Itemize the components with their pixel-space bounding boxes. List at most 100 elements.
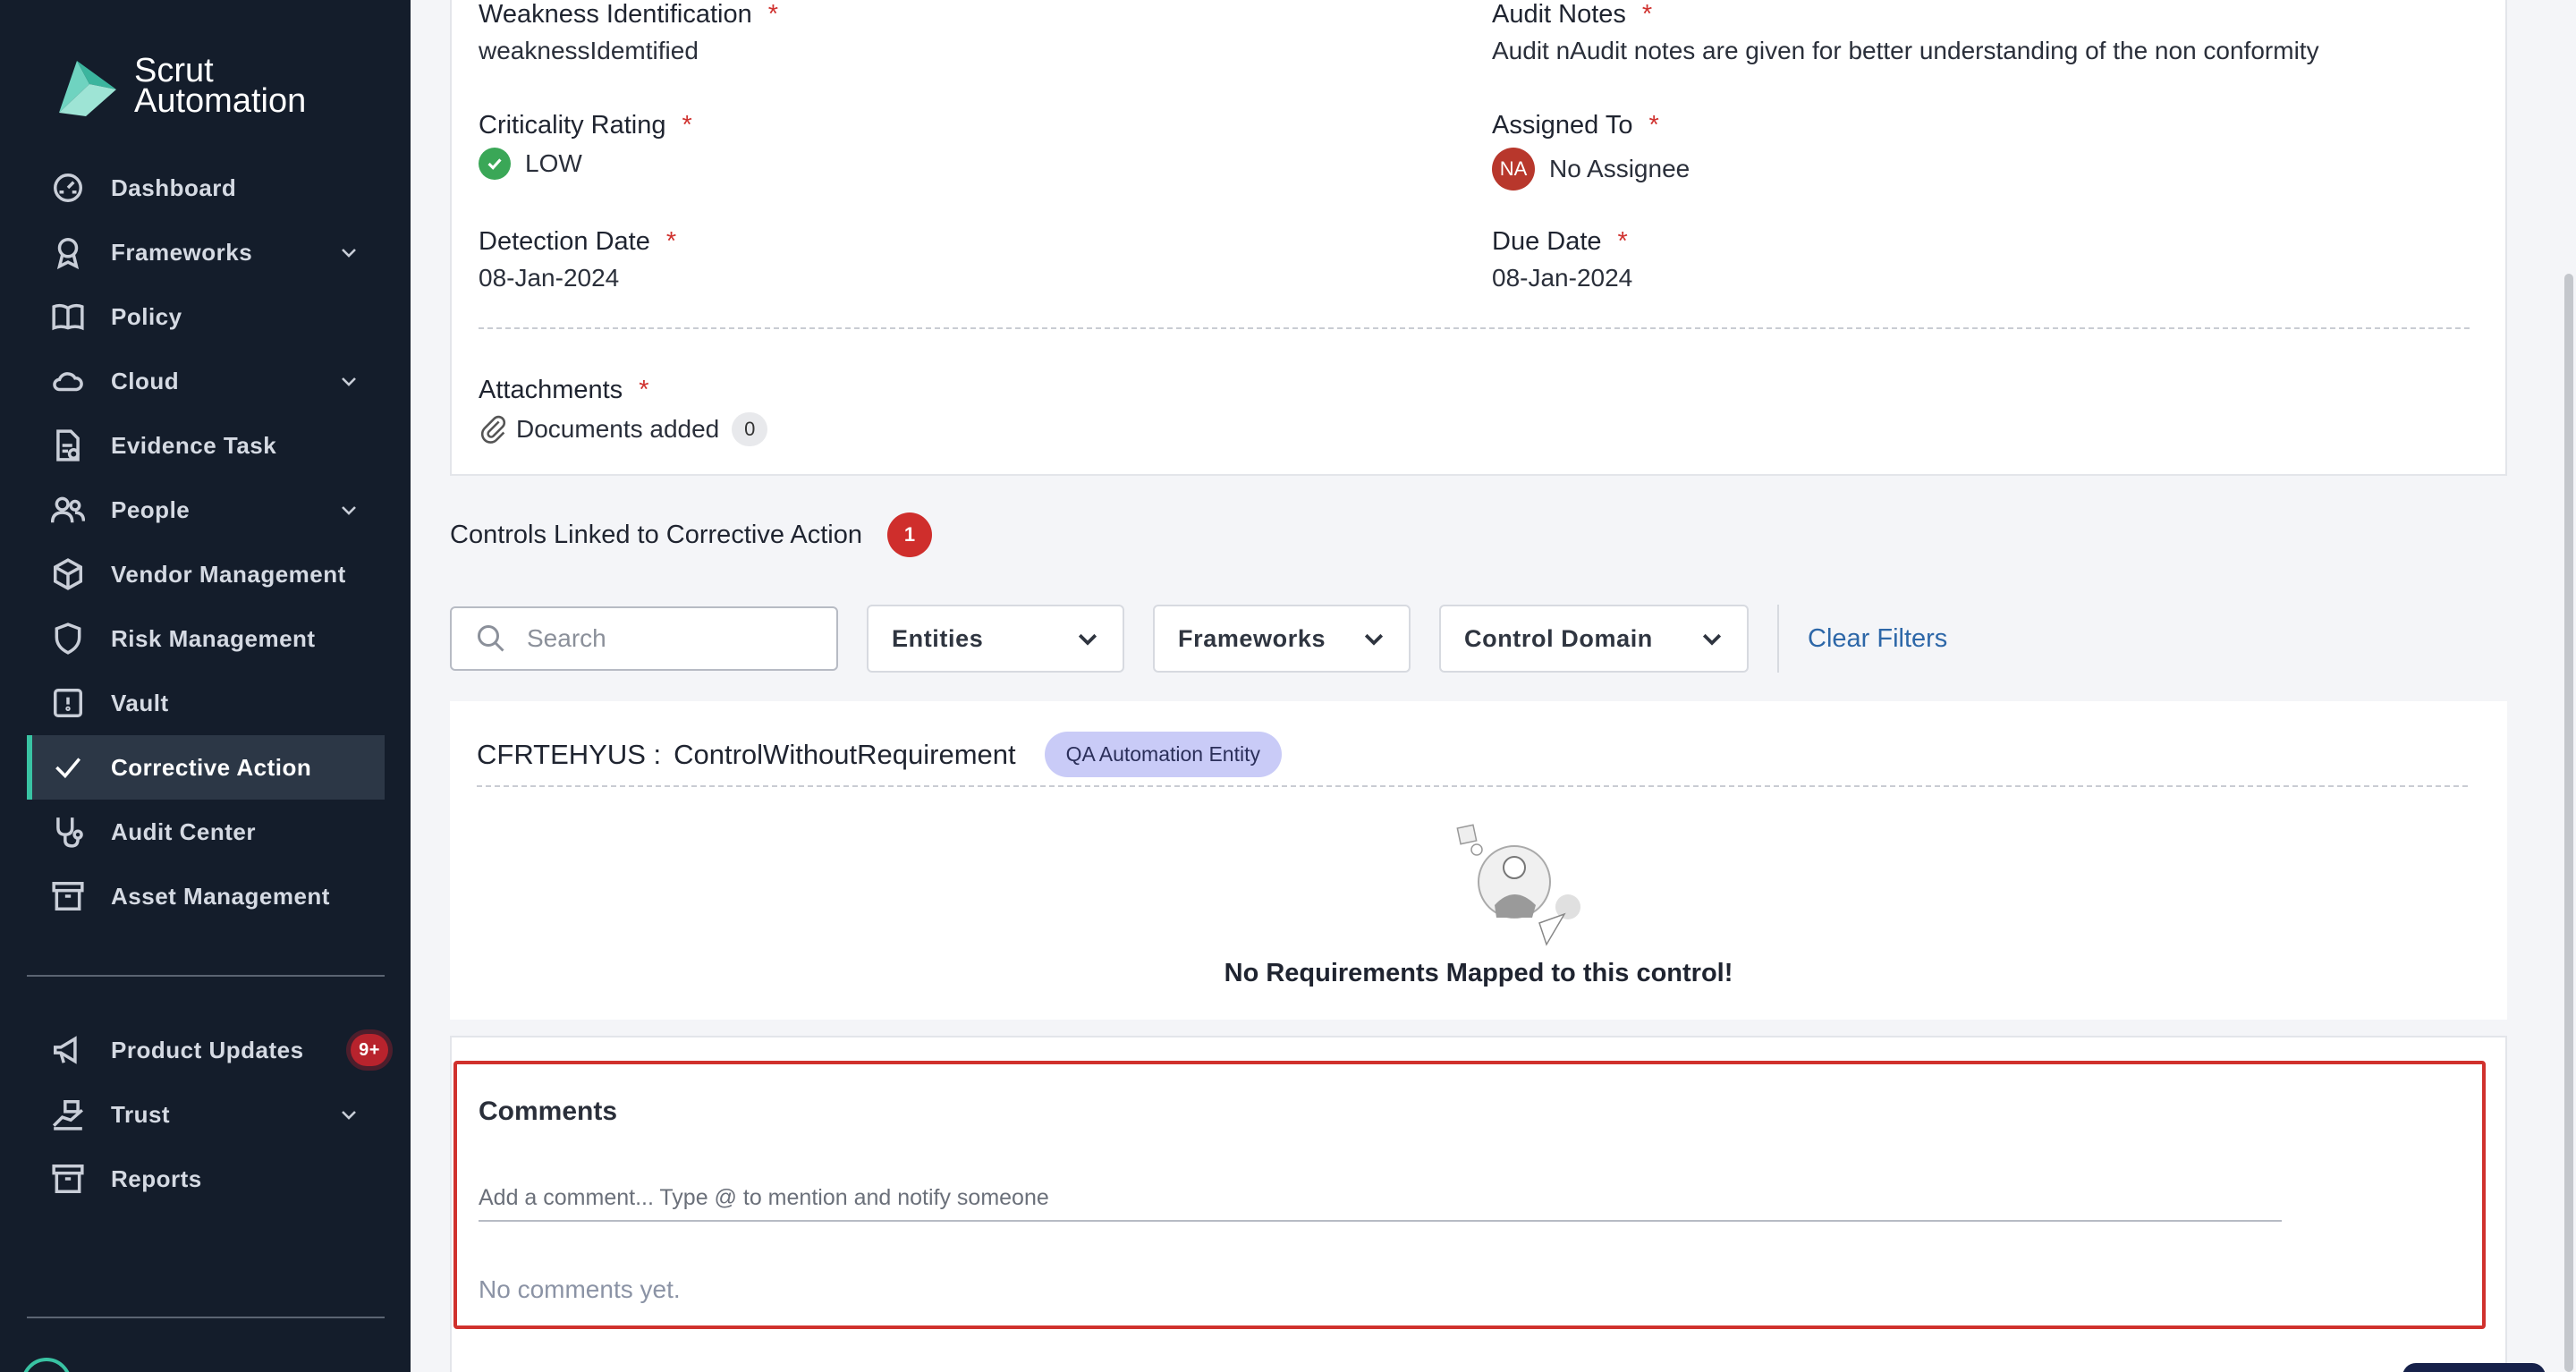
chevron-down-icon	[1702, 633, 1722, 646]
floating-action-button[interactable]	[2402, 1363, 2546, 1372]
sidebar-item-reports[interactable]: Reports	[27, 1147, 385, 1211]
search-icon	[478, 625, 504, 652]
notification-badge: 9+	[351, 1034, 388, 1066]
dropdown-label: Control Domain	[1464, 624, 1653, 652]
section-divider	[479, 327, 2470, 329]
box-icon	[50, 556, 86, 592]
brand-line1: Scrut	[134, 52, 214, 89]
brand-line2: Automation	[134, 82, 307, 120]
search-box[interactable]	[450, 606, 838, 671]
no-comments-text: No comments yet.	[479, 1275, 681, 1303]
sidebar-item-asset-management[interactable]: Asset Management	[27, 864, 385, 928]
chevron-down-icon[interactable]	[338, 499, 360, 521]
sidebar-item-corrective-action[interactable]: Corrective Action	[27, 735, 385, 800]
field-label: Detection Date *	[479, 227, 676, 257]
clear-filters-link[interactable]: Clear Filters	[1808, 624, 1947, 654]
attachments-value[interactable]: Documents added 0	[479, 412, 768, 446]
assignee-name: No Assignee	[1549, 155, 1690, 182]
sidebar-item-label: Vendor Management	[111, 560, 346, 588]
detection-date-value: 08-Jan-2024	[479, 264, 620, 292]
sidebar-item-cloud[interactable]: Cloud	[27, 349, 385, 413]
megaphone-icon	[50, 1032, 86, 1068]
scrollbar[interactable]	[2562, 0, 2576, 1372]
frameworks-dropdown[interactable]: Frameworks	[1153, 605, 1411, 673]
sidebar-nav: Dashboard Frameworks Policy Cloud Eviden…	[27, 156, 385, 928]
comments-section: Comments No comments yet.	[453, 1061, 2486, 1329]
search-input[interactable]	[527, 624, 813, 653]
cloud-icon	[50, 363, 86, 399]
shield-icon	[50, 621, 86, 656]
required-mark: *	[639, 376, 649, 404]
label-text: Criticality Rating	[479, 111, 666, 140]
field-label: Audit Notes *	[1492, 0, 2319, 30]
sidebar-item-label: Asset Management	[111, 882, 330, 910]
stethoscope-icon	[50, 814, 86, 850]
sidebar-item-vault[interactable]: Vault	[27, 671, 385, 735]
control-domain-dropdown[interactable]: Control Domain	[1439, 605, 1749, 673]
entities-dropdown[interactable]: Entities	[867, 605, 1124, 673]
corrective-action-details: Weakness Identification * weaknessIdemtif…	[450, 0, 2507, 476]
audit-notes-field: Audit Notes * Audit nAudit notes are give…	[1492, 0, 2319, 65]
label-text: Assigned To	[1492, 111, 1633, 140]
criticality-text: LOW	[525, 149, 582, 177]
field-label: Assigned To *	[1492, 111, 1690, 140]
chevron-down-icon[interactable]	[338, 1104, 360, 1125]
sidebar-item-evidence-task[interactable]: Evidence Task	[27, 413, 385, 478]
required-mark: *	[1641, 0, 1653, 29]
filters-bar: Entities Frameworks Control Domain Clear…	[450, 605, 1947, 673]
dropdown-label: Entities	[892, 624, 984, 652]
sidebar-item-audit-center[interactable]: Audit Center	[27, 800, 385, 864]
label-text: Detection Date	[479, 227, 650, 256]
chevron-down-icon	[1078, 633, 1097, 646]
attachments-count: 0	[732, 412, 768, 446]
controls-section-title: Controls Linked to Corrective Action 1	[450, 512, 932, 557]
sidebar-item-risk-management[interactable]: Risk Management	[27, 606, 385, 671]
control-id: CFRTEHYUS :	[477, 738, 662, 770]
sidebar-item-label: Cloud	[111, 367, 180, 394]
trust-icon	[50, 1097, 86, 1132]
field-label: Weakness Identification *	[479, 0, 778, 30]
sidebar-item-product-updates[interactable]: Product Updates 9+	[27, 1018, 388, 1082]
detection-date-field: Detection Date * 08-Jan-2024	[479, 227, 676, 292]
vault-icon	[50, 685, 86, 721]
assignee-value[interactable]: NA No Assignee	[1492, 148, 1690, 191]
sidebar-item-label: Dashboard	[111, 174, 237, 201]
label-text: Due Date	[1492, 227, 1602, 256]
required-mark: *	[767, 0, 779, 29]
control-name: ControlWithoutRequirement	[674, 738, 1016, 770]
scrollbar-thumb[interactable]	[2564, 274, 2573, 1372]
section-divider	[477, 785, 2468, 787]
people-icon	[50, 492, 86, 528]
comments-title: Comments	[479, 1097, 618, 1126]
sidebar-item-label: Evidence Task	[111, 431, 277, 459]
chevron-down-icon[interactable]	[338, 241, 360, 263]
required-mark: *	[1617, 227, 1628, 256]
sidebar-item-label: Risk Management	[111, 624, 316, 652]
sidebar-item-trust[interactable]: Trust	[27, 1082, 385, 1147]
chevron-down-icon[interactable]	[338, 370, 360, 392]
sidebar-item-vendor-management[interactable]: Vendor Management	[27, 542, 385, 606]
sidebar-item-label: Product Updates	[111, 1036, 304, 1063]
sidebar-item-label: Frameworks	[111, 238, 253, 266]
reports-icon	[50, 1161, 86, 1197]
control-title[interactable]: CFRTEHYUS : ControlWithoutRequirement QA…	[477, 732, 1282, 777]
attachments-text: Documents added	[516, 415, 720, 443]
sidebar-secondary-nav: Product Updates 9+ Trust Reports	[27, 1018, 388, 1211]
sidebar-item-label: Trust	[111, 1100, 171, 1128]
dropdown-label: Frameworks	[1178, 624, 1326, 652]
filter-separator	[1777, 605, 1779, 673]
controls-count-badge: 1	[887, 512, 932, 557]
weakness-value: weaknessIdemtified	[479, 37, 699, 64]
award-icon	[50, 234, 86, 270]
sidebar-item-label: Reports	[111, 1165, 202, 1192]
sidebar-item-dashboard[interactable]: Dashboard	[27, 156, 385, 220]
sidebar-item-policy[interactable]: Policy	[27, 284, 385, 349]
check-icon	[50, 750, 86, 785]
user-avatar-icon[interactable]	[20, 1356, 73, 1372]
required-mark: *	[682, 111, 692, 140]
sidebar-item-people[interactable]: People	[27, 478, 385, 542]
sidebar-item-frameworks[interactable]: Frameworks	[27, 220, 385, 284]
required-mark: *	[1648, 111, 1659, 140]
brand-logo[interactable]: Scrut Automation	[50, 54, 306, 118]
comment-input[interactable]	[479, 1175, 2282, 1222]
